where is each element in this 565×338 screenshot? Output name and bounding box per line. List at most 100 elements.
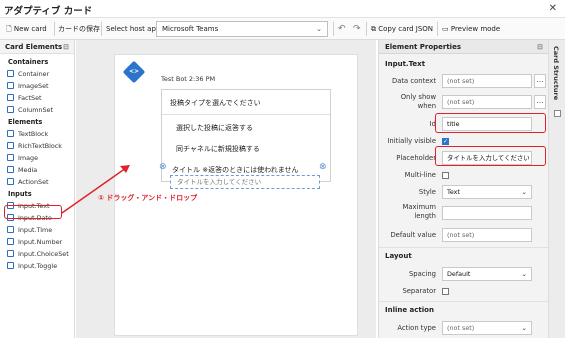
preview-icon: ▭ (442, 25, 449, 33)
section-inline-action: Inline action (385, 306, 434, 314)
separator-checkbox[interactable] (442, 288, 449, 295)
properties-title: Element Properties (385, 43, 461, 51)
element-imageset[interactable]: ImageSet (0, 80, 74, 92)
input-toggle-icon (7, 262, 14, 269)
textblock-icon (7, 130, 14, 137)
separator-label: Separator (402, 287, 436, 295)
input-time-icon (7, 226, 14, 233)
card-choice-new-post[interactable]: 同チャネルに新規投稿する (176, 144, 260, 154)
only-show-when-field[interactable]: (not set) (442, 95, 532, 109)
toolbar-divider (101, 22, 102, 36)
collapse-icon[interactable]: ⊟ (537, 40, 543, 54)
container-icon (7, 70, 14, 77)
default-value-label: Default value (390, 231, 436, 239)
columnset-icon (7, 106, 14, 113)
new-input-text-element[interactable]: タイトルを入力してください (170, 175, 320, 189)
group-inputs: Inputs (8, 190, 32, 198)
group-containers: Containers (8, 58, 49, 66)
initially-visible-label: Initially visible (387, 137, 436, 145)
style-select[interactable]: Text ⌄ (442, 185, 532, 199)
input-number-icon (7, 238, 14, 245)
placeholder-highlight (435, 146, 546, 166)
section-layout: Layout (385, 252, 412, 260)
card-elements-header: Card Elements ⊟ (0, 40, 74, 54)
max-length-field[interactable] (442, 206, 532, 220)
actionset-icon (7, 178, 14, 185)
collapse-icon[interactable]: ⊟ (63, 40, 69, 54)
imageset-icon (7, 82, 14, 89)
max-length-label: Maximum length (402, 203, 437, 220)
card-structure-tab[interactable]: Card Structure (548, 40, 565, 338)
card-choice-reply[interactable]: 選択した投稿に返答する (176, 123, 253, 133)
input-text-highlight (4, 205, 62, 219)
host-app-select[interactable]: Microsoft Teams ⌄ (156, 21, 328, 37)
media-icon (7, 166, 14, 173)
host-app-label: Select host app: (106, 25, 163, 33)
element-input-choiceset[interactable]: Input.ChoiceSet (0, 248, 74, 260)
element-image[interactable]: Image (0, 152, 74, 164)
default-value-field[interactable]: (not set) (442, 228, 532, 242)
action-type-value: (not set) (447, 324, 475, 332)
element-input-number[interactable]: Input.Number (0, 236, 74, 248)
undo-icon[interactable]: ↶ (338, 22, 346, 36)
preview-mode-button[interactable]: ▭ Preview mode (442, 22, 500, 36)
element-columnset[interactable]: ColumnSet (0, 104, 74, 116)
redo-icon[interactable]: ↷ (353, 22, 361, 36)
factset-icon (7, 94, 14, 101)
copy-json-label: Copy card JSON (378, 25, 434, 33)
chevron-down-icon: ⌄ (316, 25, 322, 33)
element-media[interactable]: Media (0, 164, 74, 176)
element-properties-panel: Element Properties ⊟ Input.Text Data con… (378, 40, 549, 338)
element-richtextblock[interactable]: RichTextBlock (0, 140, 74, 152)
card-title-label: タイトル ※返答のときには使われません (172, 166, 299, 174)
new-card-button[interactable]: 🗋 New card (6, 22, 47, 36)
properties-header: Element Properties ⊟ (379, 40, 548, 54)
save-card-button[interactable]: カードの保存 (58, 22, 100, 36)
input-choiceset-icon (7, 250, 14, 257)
preview-mode-label: Preview mode (450, 25, 501, 33)
group-elements: Elements (8, 118, 43, 126)
close-icon[interactable]: ✕ (549, 3, 557, 14)
new-card-icon: 🗋 (6, 25, 12, 33)
remove-right-icon[interactable]: ⊗ (319, 162, 327, 172)
add-left-icon[interactable]: ⊗ (159, 162, 167, 172)
section-input-text: Input.Text (385, 60, 426, 68)
style-label: Style (418, 188, 436, 196)
toolbar-divider (333, 22, 334, 36)
element-textblock[interactable]: TextBlock (0, 128, 74, 140)
data-context-field[interactable]: (not set) (442, 74, 532, 88)
card-divider (162, 114, 330, 115)
element-input-toggle[interactable]: Input.Toggle (0, 260, 74, 272)
id-highlight (435, 113, 546, 133)
chevron-down-icon: ⌄ (521, 188, 527, 196)
richtextblock-icon (7, 142, 14, 149)
section-divider (379, 301, 549, 302)
multi-line-checkbox[interactable] (442, 172, 449, 179)
initially-visible-checkbox[interactable]: ✓ (442, 138, 449, 145)
designer-canvas: <> Test Bot 2:36 PM 投稿タイプを選んでください 選択した投稿… (76, 40, 376, 338)
element-actionset[interactable]: ActionSet (0, 176, 74, 188)
element-input-time[interactable]: Input.Time (0, 224, 74, 236)
toolbar-divider (437, 22, 438, 36)
spacing-value: Default (447, 270, 471, 278)
image-icon (7, 154, 14, 161)
action-type-label: Action type (397, 324, 436, 332)
spacing-select[interactable]: Default ⌄ (442, 267, 532, 281)
copy-json-button[interactable]: ⧉ Copy card JSON (371, 22, 433, 36)
section-divider (379, 247, 549, 248)
host-app-value: Microsoft Teams (162, 25, 219, 33)
adaptive-card[interactable]: 投稿タイプを選んでください 選択した投稿に返答する 同チャネルに新規投稿する タ… (161, 89, 331, 182)
action-type-select[interactable]: (not set) ⌄ (442, 321, 532, 335)
new-card-label: New card (13, 25, 47, 33)
expand-icon[interactable] (554, 110, 561, 117)
bot-time-label: Test Bot 2:36 PM (161, 75, 216, 83)
element-container[interactable]: Container (0, 68, 74, 80)
data-context-more-button[interactable]: … (534, 74, 546, 88)
spacing-label: Spacing (408, 270, 436, 278)
only-show-when-more-button[interactable]: … (534, 95, 546, 109)
toolbar-divider (366, 22, 367, 36)
bot-avatar-icon: <> (122, 60, 146, 84)
card-text-prompt: 投稿タイプを選んでください (170, 99, 261, 107)
multi-line-label: Multi-line (404, 171, 436, 179)
element-factset[interactable]: FactSet (0, 92, 74, 104)
